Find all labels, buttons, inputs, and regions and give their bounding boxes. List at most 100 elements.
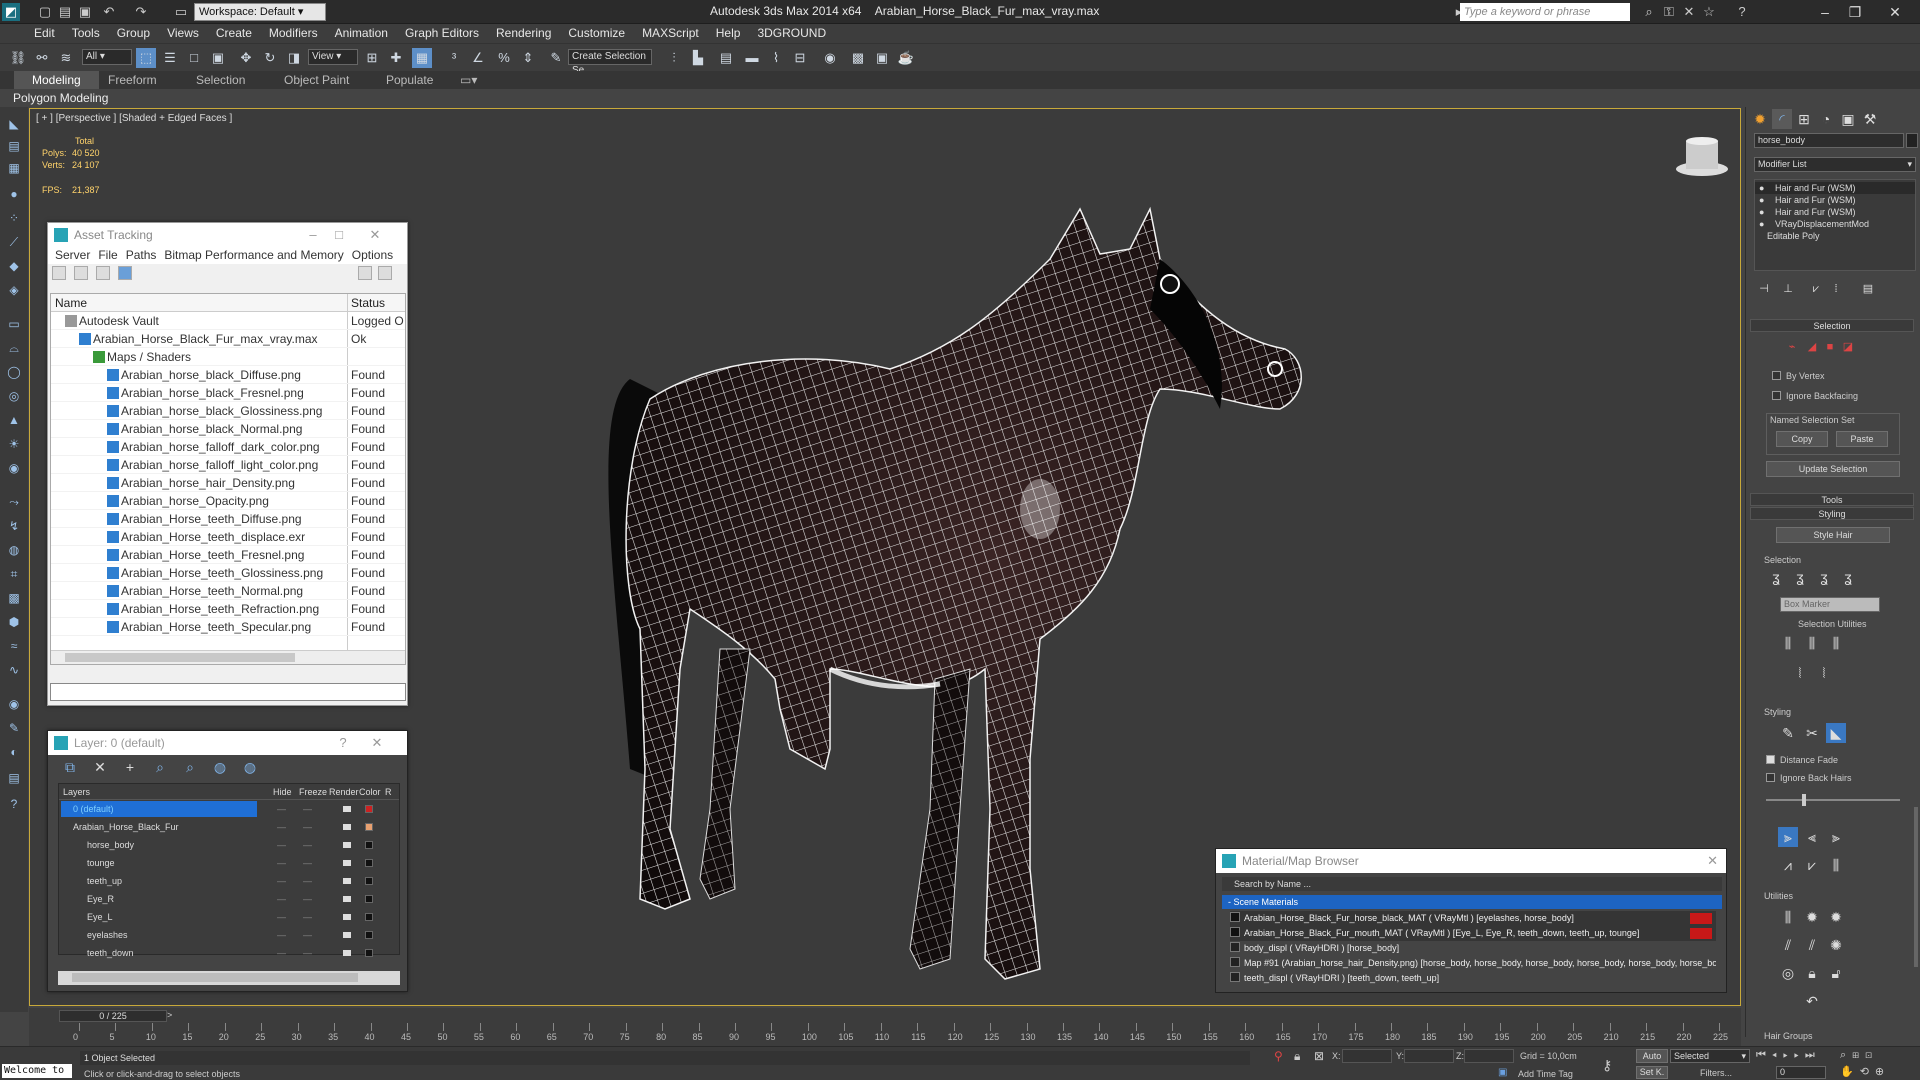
- select-hair-4-icon[interactable]: ʓ: [1838, 567, 1858, 587]
- tab-freeform[interactable]: Freeform: [108, 73, 157, 87]
- menu-views[interactable]: Views: [159, 24, 208, 40]
- copy-button[interactable]: Copy: [1776, 431, 1828, 447]
- layers-tool-icon[interactable]: ▤: [5, 771, 23, 787]
- ribbon-toggle-icon[interactable]: ▬: [742, 48, 762, 68]
- toggle-hair-icon[interactable]: ◎: [1778, 963, 1798, 983]
- lock-icon[interactable]: 🔒︎: [1802, 963, 1822, 983]
- menu-modifiers[interactable]: Modifiers: [261, 24, 327, 40]
- z-coordinate-field[interactable]: [1464, 1049, 1514, 1063]
- edge-tool-icon[interactable]: ⟋: [5, 235, 23, 251]
- hair-select-icon[interactable]: ◣: [1826, 723, 1846, 743]
- layer-hide-toggle[interactable]: —: [277, 944, 286, 962]
- set-key-button[interactable]: Set K.: [1636, 1066, 1668, 1079]
- percent-snap-icon[interactable]: %: [494, 48, 514, 68]
- make-unique-icon[interactable]: ⩗: [1806, 279, 1826, 299]
- asset-menu-bitmap[interactable]: Bitmap Performance and Memory: [160, 247, 347, 262]
- asset-row[interactable]: Maps / Shaders: [51, 348, 405, 366]
- layer-row[interactable]: Eye_R — —: [59, 890, 399, 908]
- layer-col-freeze[interactable]: Freeze: [299, 784, 327, 800]
- layer-row[interactable]: 0 (default) — —: [59, 800, 399, 818]
- asset-row[interactable]: Arabian_Horse_teeth_Glossiness.png Found: [51, 564, 405, 582]
- vertex-tool-icon[interactable]: ⁘: [5, 211, 23, 227]
- maxscript-listener[interactable]: Welcome to: [2, 1064, 72, 1078]
- window-crossing-icon[interactable]: ▣: [208, 48, 228, 68]
- asset-h-scrollbar[interactable]: [51, 650, 405, 664]
- layer-freeze-toggle[interactable]: —: [303, 854, 312, 872]
- absolute-mode-icon[interactable]: ⊠: [1314, 1049, 1324, 1063]
- menu-animation[interactable]: Animation: [327, 24, 397, 40]
- viewcube-icon[interactable]: [1676, 137, 1728, 176]
- globe-tool-icon[interactable]: ◐: [5, 745, 23, 761]
- selection-lock-icon[interactable]: 🔒︎: [1294, 1049, 1300, 1064]
- graphite-icon[interactable]: ▤: [5, 139, 23, 155]
- selection-rollout[interactable]: Selection: [1750, 319, 1914, 332]
- layer-highlight-icon[interactable]: ⌕: [180, 757, 200, 777]
- binoculars-icon[interactable]: ⌕: [1640, 3, 1658, 21]
- layer-close-button[interactable]: ✕: [362, 731, 392, 755]
- material-row[interactable]: Map #91 (Arabian_horse_hair_Density.png)…: [1230, 956, 1716, 971]
- layer-color-swatch[interactable]: [365, 859, 373, 867]
- time-tag-icon[interactable]: ▣: [1498, 1067, 1507, 1078]
- object-name-field[interactable]: horse_body: [1754, 133, 1904, 148]
- asset-list-icon[interactable]: [74, 266, 88, 280]
- noise-tool-icon[interactable]: ≈: [5, 639, 23, 655]
- scale-icon[interactable]: ◨: [284, 48, 304, 68]
- key-filter-dropdown[interactable]: Selected ▾: [1670, 1049, 1750, 1063]
- close-button[interactable]: ✕: [1880, 2, 1910, 22]
- layer-hide-toggle[interactable]: —: [277, 872, 286, 890]
- minimize-button[interactable]: –: [1810, 2, 1840, 22]
- layer-row[interactable]: tounge — —: [59, 854, 399, 872]
- layer-hide-toggle[interactable]: —: [277, 800, 286, 818]
- layer-hide-toggle[interactable]: —: [277, 890, 286, 908]
- torus-tool-icon[interactable]: ◎: [5, 389, 23, 405]
- layer-row[interactable]: teeth_up — —: [59, 872, 399, 890]
- layer-hide-toggle[interactable]: —: [277, 836, 286, 854]
- show-end-result-icon[interactable]: ⊥: [1778, 279, 1798, 299]
- spinner-snap-icon[interactable]: ⇕: [518, 48, 538, 68]
- distance-fade-checkbox[interactable]: [1766, 755, 1775, 764]
- stack-item-editable-poly[interactable]: Editable Poly: [1755, 230, 1915, 242]
- teapot-render-icon[interactable]: [343, 896, 351, 902]
- layer-color-swatch[interactable]: [365, 949, 373, 957]
- camera-tool-icon[interactable]: ◉: [5, 461, 23, 477]
- hair-cut-icon[interactable]: ✂: [1802, 723, 1822, 743]
- asset-grid-icon[interactable]: [118, 266, 132, 280]
- bind-space-warp-icon[interactable]: ≋: [56, 48, 76, 68]
- layer-freeze-toggle[interactable]: —: [303, 836, 312, 854]
- asset-thumb-icon[interactable]: [96, 266, 110, 280]
- style-hair-button[interactable]: Style Hair: [1776, 527, 1890, 543]
- teapot-render-icon[interactable]: [343, 932, 351, 938]
- asset-row[interactable]: Arabian_horse_hair_Density.png Found: [51, 474, 405, 492]
- asset-row[interactable]: Arabian_horse_black_Glossiness.png Found: [51, 402, 405, 420]
- unlink-icon[interactable]: ⚯: [32, 48, 52, 68]
- layer-titlebar[interactable]: Layer: 0 (default) ? ✕: [48, 731, 407, 755]
- paint-tool-icon[interactable]: ✎: [5, 721, 23, 737]
- edit-mode-icon[interactable]: ▦: [5, 161, 23, 177]
- asset-row[interactable]: Arabian_Horse_teeth_Fresnel.png Found: [51, 546, 405, 564]
- reference-coordinate-dropdown[interactable]: View ▾: [308, 49, 358, 65]
- brush-size-slider[interactable]: [1766, 794, 1900, 806]
- set-key-icon[interactable]: ⚷: [1602, 1057, 1612, 1074]
- layer-manager-icon[interactable]: ▤: [716, 48, 736, 68]
- pop-zero-icon[interactable]: ✹: [1826, 907, 1846, 927]
- layer-color-swatch[interactable]: [365, 841, 373, 849]
- reset-rest-icon[interactable]: ⫽: [1802, 935, 1822, 955]
- asset-row[interactable]: Arabian_horse_Opacity.png Found: [51, 492, 405, 510]
- hair-face-icon[interactable]: ◢: [1802, 337, 1822, 357]
- asset-settings-icon[interactable]: [378, 266, 392, 280]
- workspace-dropdown[interactable]: Workspace: Default ▾: [194, 3, 326, 21]
- attenuate-icon[interactable]: ⫼: [1778, 907, 1798, 927]
- pin-stack-icon[interactable]: ⊣: [1754, 279, 1774, 299]
- layer-color-swatch[interactable]: [365, 895, 373, 903]
- layer-freeze-toggle[interactable]: —: [303, 926, 312, 944]
- angle-snap-icon[interactable]: ∠: [468, 48, 488, 68]
- asset-row[interactable]: Arabian_Horse_teeth_Refraction.png Found: [51, 600, 405, 618]
- layer-row[interactable]: Arabian_Horse_Black_Fur — —: [59, 818, 399, 836]
- asset-col-status[interactable]: Status: [351, 296, 385, 310]
- tools-rollout[interactable]: Tools: [1750, 493, 1914, 506]
- sphere-tool-icon[interactable]: ●: [5, 187, 23, 203]
- layer-freeze-toggle[interactable]: —: [303, 800, 312, 818]
- layer-hide-toggle[interactable]: —: [277, 818, 286, 836]
- layer-color-swatch[interactable]: [365, 877, 373, 885]
- material-row[interactable]: Arabian_Horse_Black_Fur_mouth_MAT ( VRay…: [1230, 926, 1716, 941]
